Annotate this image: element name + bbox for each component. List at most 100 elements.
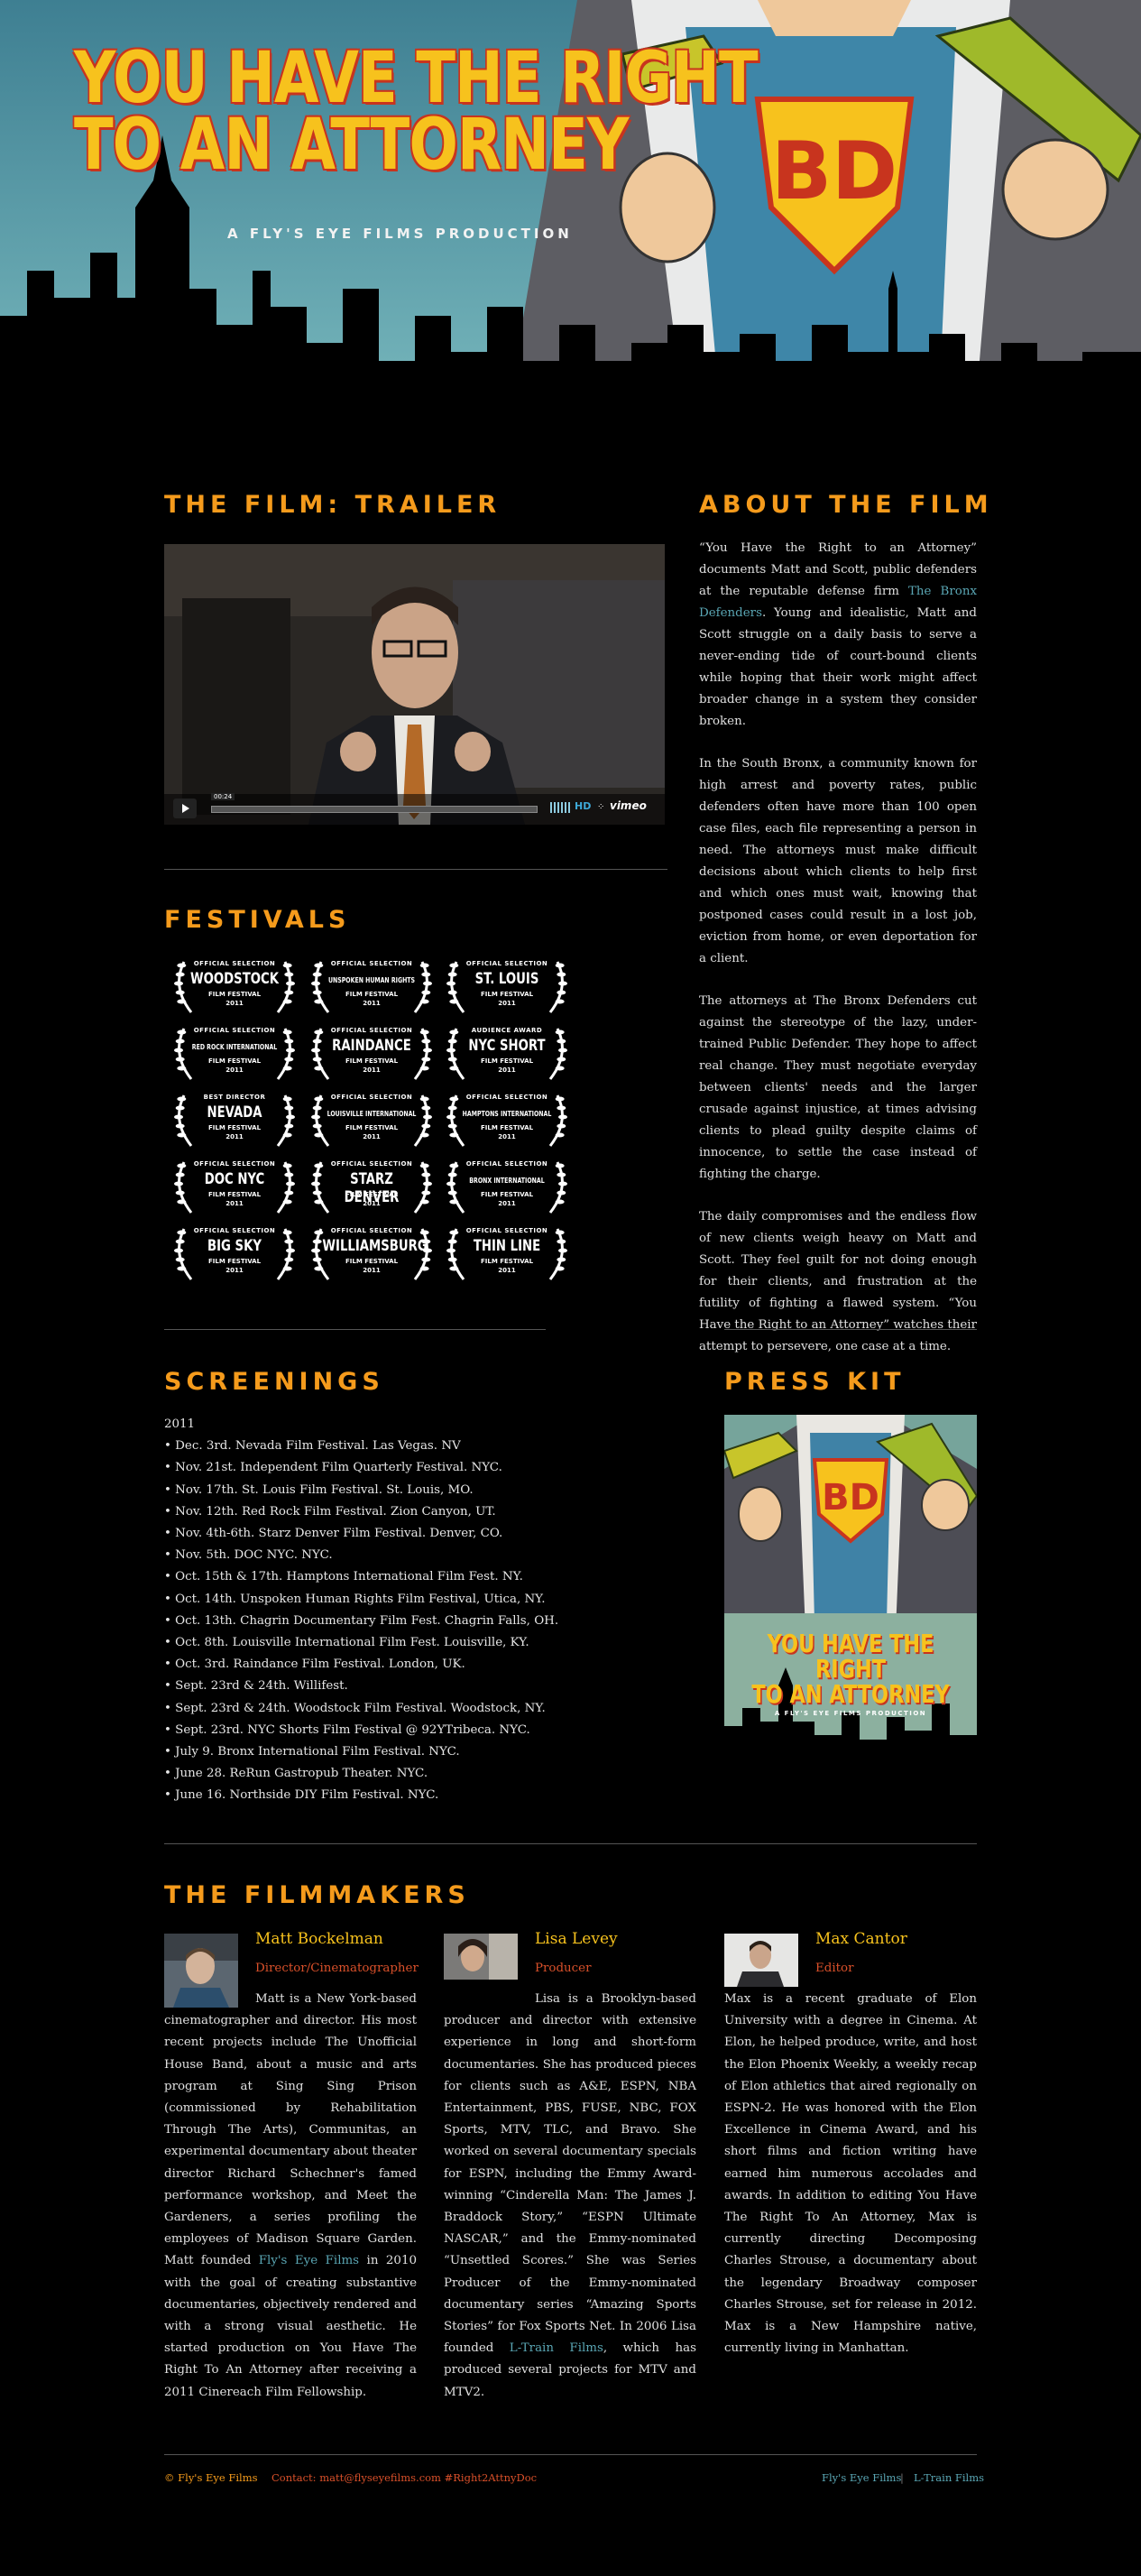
filmmaker-role-lisa: Producer xyxy=(535,1962,592,1975)
divider xyxy=(724,1329,977,1330)
progress-bar[interactable] xyxy=(211,806,538,813)
laurel-sub: FILM FESTIVAL xyxy=(207,991,262,998)
laurel-year: 2011 xyxy=(498,1066,516,1074)
screening-item: • Oct. 3rd. Raindance Film Festival. Lon… xyxy=(164,1657,465,1672)
l-train-films-link[interactable]: L-Train Films xyxy=(510,2341,603,2355)
laurel-sub: FILM FESTIVAL xyxy=(207,1124,262,1131)
filmmaker-bio-lisa: Lisa is a Brooklyn-based producer and di… xyxy=(444,1989,696,2404)
filmmakers-heading: THE FILMMAKERS xyxy=(164,1881,470,1909)
laurel-festival-name: UNSPOKEN HUMAN RIGHTS xyxy=(327,976,416,984)
festival-laurel: OFFICIAL SELECTION LOUISVILLE INTERNATION… xyxy=(308,1090,435,1150)
fullscreen-icon[interactable]: ⁘ xyxy=(597,802,604,812)
avatar-max xyxy=(724,1934,798,1987)
about-text: “You Have the Right to an Attorney” docu… xyxy=(699,538,977,1379)
laurel-sub: FILM FESTIVAL xyxy=(480,1191,534,1198)
laurel-year: 2011 xyxy=(498,1000,516,1007)
presskit-poster[interactable]: BD YOU HAVE THE RIGHT TO AN ATTORNEY A F… xyxy=(724,1415,977,1787)
festival-laurel: OFFICIAL SELECTION RED ROCK INTERNATIONAL… xyxy=(171,1023,298,1083)
laurel-festival-name: HAMPTONS INTERNATIONAL xyxy=(462,1110,552,1118)
screenings-items: • Dec. 3rd. Nevada Film Festival. Las Ve… xyxy=(164,1436,597,1806)
laurel-festival-name: NYC SHORT xyxy=(468,1037,546,1055)
screening-item: • Nov. 4th-6th. Starz Denver Film Festiv… xyxy=(164,1527,503,1541)
laurel-top: OFFICIAL SELECTION xyxy=(465,1227,548,1234)
laurel-festival-name: NEVADA xyxy=(207,1103,262,1122)
trailer-heading: THE FILM: TRAILER xyxy=(164,491,501,519)
footer-separator: | xyxy=(900,2471,904,2484)
laurel-top: AUDIENCE AWARD xyxy=(471,1027,543,1034)
laurel-sub: FILM FESTIVAL xyxy=(345,1057,399,1065)
screening-item: • Oct. 15th & 17th. Hamptons Internation… xyxy=(164,1570,523,1584)
poster-illustration: BD xyxy=(724,1415,977,1787)
filmmaker-name-matt: Matt Bockelman xyxy=(255,1930,383,1948)
festival-laurel: OFFICIAL SELECTION DOC NYC FILM FESTIVAL 20… xyxy=(171,1157,298,1216)
festival-laurel: OFFICIAL SELECTION ST. LOUIS FILM FESTIVAL… xyxy=(444,956,570,1016)
laurel-year: 2011 xyxy=(363,1066,381,1074)
laurel-sub: FILM FESTIVAL xyxy=(480,1124,534,1131)
poster-title: YOU HAVE THE RIGHT TO AN ATTORNEY xyxy=(750,1631,952,1707)
laurel-festival-name: WOODSTOCK xyxy=(189,970,280,988)
matt-bio-text-end: in 2010 with the goal of creating substa… xyxy=(164,2254,417,2399)
laurel-year: 2011 xyxy=(225,1200,244,1207)
play-button[interactable] xyxy=(173,799,197,818)
vimeo-logo[interactable]: vimeo xyxy=(610,799,647,812)
about-p1-text-end: . Young and idealistic, Matt and Scott s… xyxy=(699,606,977,728)
festivals-heading: FESTIVALS xyxy=(164,906,351,934)
footer-link-l-train-films[interactable]: L-Train Films xyxy=(914,2471,984,2484)
screening-item: • Oct. 13th. Chagrin Documentary Film Fe… xyxy=(164,1613,559,1628)
laurel-top: OFFICIAL SELECTION xyxy=(330,1227,413,1234)
presskit-heading: PRESS KIT xyxy=(724,1368,906,1396)
screening-item: • July 9. Bronx International Film Festi… xyxy=(164,1745,460,1759)
about-paragraph-1: “You Have the Right to an Attorney” docu… xyxy=(699,538,977,733)
hero-title-line1: YOU HAVE THE RIGHT xyxy=(74,38,759,119)
lisa-bio-text: Lisa is a Brooklyn-based producer and di… xyxy=(444,1992,696,2356)
poster-title-line2: TO AN ATTORNEY xyxy=(751,1679,950,1709)
matt-bio-text: Matt is a New York-based cinematographer… xyxy=(164,1992,417,2268)
laurel-top: OFFICIAL SELECTION xyxy=(193,1227,276,1234)
footer-copyright: © Fly's Eye Films xyxy=(164,2471,258,2484)
laurel-year: 2011 xyxy=(225,1267,244,1274)
filmmaker-role-matt: Director/Cinematographer xyxy=(255,1962,419,1975)
screening-item: • Nov. 21st. Independent Film Quarterly … xyxy=(164,1461,502,1475)
laurel-sub: FILM FESTIVAL xyxy=(345,1124,399,1131)
screening-item: • Sept. 23rd. NYC Shorts Film Festival @… xyxy=(164,1722,530,1737)
laurel-festival-name: BIG SKY xyxy=(207,1237,262,1255)
laurel-year: 2011 xyxy=(225,1066,244,1074)
screening-item: • Oct. 8th. Louisville International Fil… xyxy=(164,1636,529,1650)
laurel-year: 2011 xyxy=(363,1000,381,1007)
video-player[interactable]: 00:24 HD ⁘ vimeo xyxy=(164,544,665,825)
play-icon xyxy=(182,804,189,813)
laurel-sub: FILM FESTIVAL xyxy=(345,1258,399,1265)
laurel-year: 2011 xyxy=(225,1000,244,1007)
festival-laurel: OFFICIAL SELECTION STARZ DENVER FILM FESTI… xyxy=(308,1157,435,1216)
video-frame xyxy=(164,544,665,825)
laurel-festival-name: RED ROCK INTERNATIONAL xyxy=(191,1043,278,1051)
laurel-year: 2011 xyxy=(498,1133,516,1140)
festival-laurel: OFFICIAL SELECTION RAINDANCE FILM FESTIVAL… xyxy=(308,1023,435,1083)
festival-laurel: BEST DIRECTOR NEVADA FILM FESTIVAL 2011 xyxy=(171,1090,298,1150)
festival-laurel: OFFICIAL SELECTION BIG SKY FILM FESTIVAL 20… xyxy=(171,1223,298,1283)
hd-button[interactable]: HD xyxy=(575,800,591,812)
poster-title-line1: YOU HAVE THE RIGHT xyxy=(767,1629,934,1684)
laurel-top: OFFICIAL SELECTION xyxy=(330,1160,413,1168)
laurel-sub: FILM FESTIVAL xyxy=(207,1191,262,1198)
laurel-festival-name: RAINDANCE xyxy=(332,1037,411,1055)
flys-eye-films-link[interactable]: Fly's Eye Films xyxy=(259,2254,359,2267)
poster-emblem-letters: BD xyxy=(822,1477,879,1519)
festival-laurel: OFFICIAL SELECTION HAMPTONS INTERNATIONAL… xyxy=(444,1090,570,1150)
screening-item: • June 28. ReRun Gastropub Theater. NYC. xyxy=(164,1767,428,1781)
hero-subtitle: A FLY'S EYE FILMS PRODUCTION xyxy=(227,226,573,242)
footer-link-flys-eye-films[interactable]: Fly's Eye Films xyxy=(822,2471,901,2484)
laurel-top: OFFICIAL SELECTION xyxy=(193,1027,276,1034)
laurel-sub: FILM FESTIVAL xyxy=(480,1258,534,1265)
about-paragraph-3: The attorneys at The Bronx Defenders cut… xyxy=(699,994,977,1181)
festival-laurels: OFFICIAL SELECTION WOODSTOCK FILM FESTIVAL… xyxy=(171,956,577,1290)
filmmaker-name-lisa: Lisa Levey xyxy=(535,1930,618,1948)
footer-contact[interactable]: Contact: matt@flyseyefilms.com #Right2At… xyxy=(271,2471,537,2484)
laurel-sub: FILM FESTIVAL xyxy=(207,1057,262,1065)
festival-laurel: OFFICIAL SELECTION BRONX INTERNATIONAL FIL… xyxy=(444,1157,570,1216)
laurel-sub: FILM FESTIVAL xyxy=(345,991,399,998)
volume-icon[interactable] xyxy=(550,802,570,813)
screening-item: • Nov. 5th. DOC NYC. NYC. xyxy=(164,1548,333,1563)
laurel-year: 2011 xyxy=(363,1200,381,1207)
laurel-year: 2011 xyxy=(225,1133,244,1140)
